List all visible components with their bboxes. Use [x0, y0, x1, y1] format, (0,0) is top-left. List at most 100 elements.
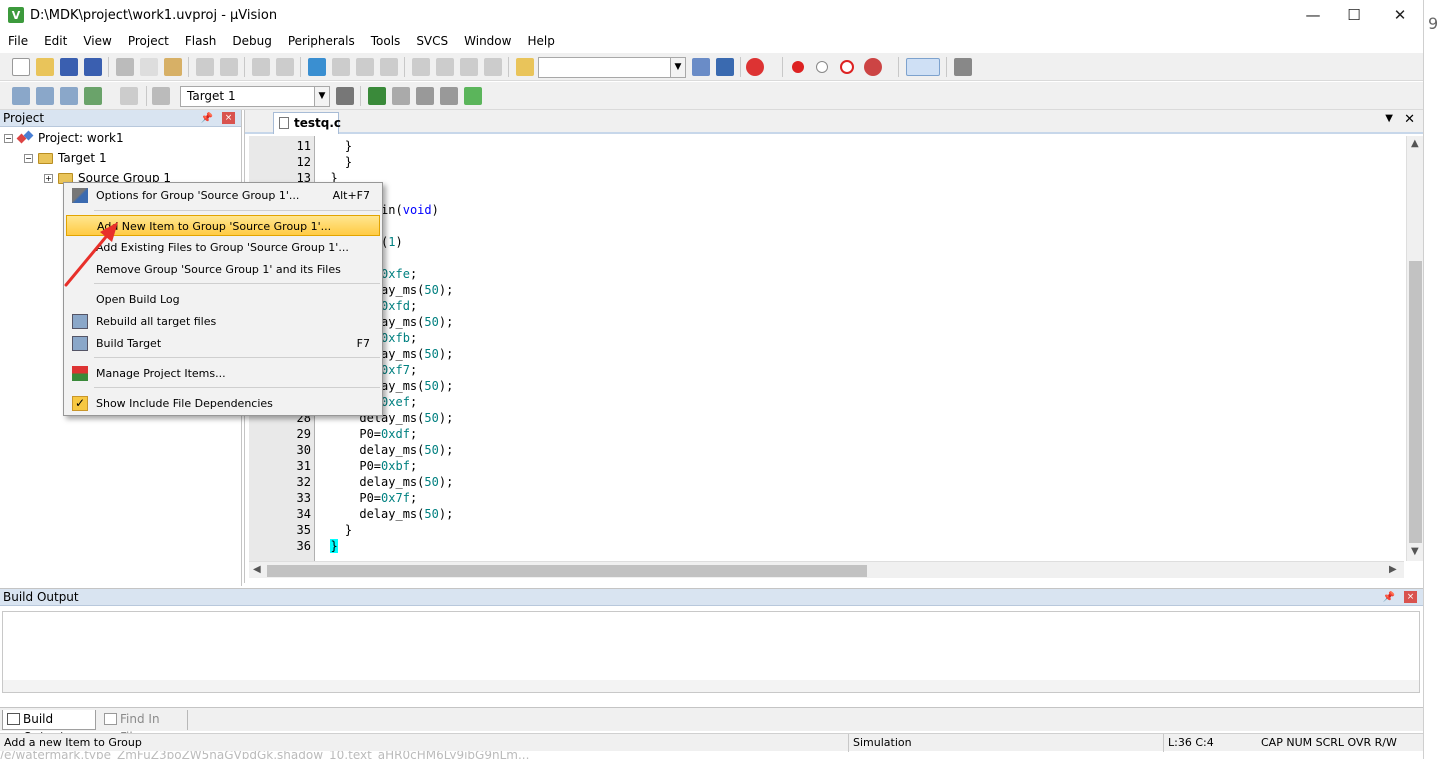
context-menu-item[interactable]: Options for Group 'Source Group 1'... Alt… — [66, 185, 380, 206]
menu-project[interactable]: Project — [120, 34, 177, 48]
context-menu-item[interactable]: Open Build Log — [66, 289, 380, 310]
copy-icon[interactable] — [140, 58, 158, 76]
prev-bookmark-icon[interactable] — [332, 58, 350, 76]
code-line: P0=0xfd; — [316, 298, 1396, 314]
tab-build-output[interactable]: Build Output — [2, 710, 96, 744]
find-icon[interactable] — [692, 58, 710, 76]
unindent-icon[interactable] — [436, 58, 454, 76]
minimize-button[interactable]: — — [1290, 0, 1336, 30]
manage-rte-icon[interactable] — [416, 87, 434, 105]
target-options-icon[interactable] — [336, 87, 354, 105]
build-toolbar: Target 1 ▼ — [0, 82, 1423, 110]
expand-icon[interactable]: + — [44, 173, 53, 183]
stop-build-icon[interactable] — [120, 87, 138, 105]
tab-find-in-files[interactable]: Find In Files — [100, 710, 188, 744]
cut-icon[interactable] — [116, 58, 134, 76]
paste-icon[interactable] — [164, 58, 182, 76]
tree-project-node[interactable]: − Project: work1 — [4, 129, 124, 147]
scroll-up-icon[interactable]: ▲ — [1411, 138, 1419, 149]
collapse-icon[interactable]: − — [24, 153, 33, 163]
next-bookmark-icon[interactable] — [356, 58, 374, 76]
device-database-icon[interactable] — [440, 87, 458, 105]
horizontal-scroll-thumb[interactable] — [267, 565, 867, 577]
redo-icon[interactable] — [220, 58, 238, 76]
menu-tools[interactable]: Tools — [363, 34, 409, 48]
new-file-icon[interactable] — [12, 58, 30, 76]
find-combo-input[interactable]: ▼ — [538, 57, 686, 78]
pack-installer-icon[interactable] — [464, 87, 482, 105]
code-token: 1 — [388, 235, 396, 249]
window-layout-icon[interactable] — [906, 58, 940, 76]
kill-breakpoints-icon[interactable] — [864, 58, 882, 76]
chevron-down-icon[interactable]: ▼ — [314, 87, 329, 106]
scroll-left-icon[interactable]: ◀ — [253, 564, 261, 575]
context-menu-item[interactable]: Build Target F7 — [66, 333, 380, 354]
close-icon[interactable]: × — [222, 112, 235, 124]
build-output-header: Build Output 📌 × — [0, 589, 1423, 606]
menu-window[interactable]: Window — [456, 34, 519, 48]
find-in-files-icon[interactable] — [516, 58, 534, 76]
close-tab-icon[interactable]: ✕ — [1404, 112, 1415, 127]
menu-debug[interactable]: Debug — [224, 34, 279, 48]
translate-icon[interactable] — [12, 87, 30, 105]
maximize-button[interactable]: ☐ — [1331, 0, 1377, 30]
indent-icon[interactable] — [412, 58, 430, 76]
vertical-scroll-thumb[interactable] — [1409, 261, 1422, 543]
menu-flash[interactable]: Flash — [177, 34, 224, 48]
scroll-down-icon[interactable]: ▼ — [1411, 546, 1419, 557]
menu-file[interactable]: File — [0, 34, 36, 48]
enable-breakpoint-icon[interactable] — [816, 61, 828, 73]
vertical-scrollbar[interactable]: ▲ ▼ — [1406, 136, 1423, 561]
debug-session-icon[interactable] — [746, 58, 764, 76]
save-icon[interactable] — [60, 58, 78, 76]
select-packs-icon[interactable] — [392, 87, 410, 105]
batch-build-icon[interactable] — [84, 87, 102, 105]
close-icon[interactable]: × — [1404, 591, 1417, 603]
build-output-hscrollbar[interactable] — [3, 680, 1419, 692]
collapse-icon[interactable]: − — [4, 133, 13, 143]
menu-help[interactable]: Help — [519, 34, 562, 48]
chevron-down-icon[interactable]: ▼ — [670, 58, 685, 77]
code-line: P0=0xf7; — [316, 362, 1396, 378]
tree-target-node[interactable]: − Target 1 — [24, 149, 107, 167]
scroll-right-icon[interactable]: ▶ — [1389, 564, 1397, 575]
download-load-icon[interactable] — [152, 87, 170, 105]
bookmark-icon[interactable] — [308, 58, 326, 76]
pin-icon[interactable]: 📌 — [1383, 590, 1395, 606]
disable-breakpoints-icon[interactable] — [840, 60, 854, 74]
context-menu-item[interactable]: Add New Item to Group 'Source Group 1'..… — [66, 215, 380, 236]
open-file-icon[interactable] — [36, 58, 54, 76]
context-menu-item[interactable]: Rebuild all target files — [66, 311, 380, 332]
context-menu-item[interactable]: Manage Project Items... — [66, 363, 380, 384]
breakpoint-icon[interactable] — [792, 61, 804, 73]
tab-list-chevron-icon[interactable]: ▼ — [1385, 113, 1393, 124]
clear-bookmarks-icon[interactable] — [380, 58, 398, 76]
navigate-forward-icon[interactable] — [276, 58, 294, 76]
context-menu-item[interactable]: Remove Group 'Source Group 1' and its Fi… — [66, 259, 380, 280]
context-menu-item[interactable]: Add Existing Files to Group 'Source Grou… — [66, 237, 380, 258]
build-icon[interactable] — [36, 87, 54, 105]
pin-icon[interactable]: 📌 — [201, 111, 213, 127]
menu-svcs[interactable]: SVCS — [408, 34, 456, 48]
code-line: while(1) — [316, 234, 1396, 250]
menu-view[interactable]: View — [75, 34, 119, 48]
code-text-area[interactable]: } } } void main(void) while(1) P0=0xfe; … — [316, 136, 1404, 561]
save-all-icon[interactable] — [84, 58, 102, 76]
build-output-text[interactable] — [2, 611, 1420, 693]
target-select[interactable]: Target 1 ▼ — [180, 86, 330, 107]
incremental-find-icon[interactable] — [716, 58, 734, 76]
menu-edit[interactable]: Edit — [36, 34, 75, 48]
horizontal-scrollbar[interactable]: ◀ ▶ — [249, 561, 1404, 578]
code-token: ) — [395, 235, 403, 249]
menu-peripherals[interactable]: Peripherals — [280, 34, 363, 48]
context-menu-item[interactable]: ✓ Show Include File Dependencies — [66, 393, 380, 414]
undo-icon[interactable] — [196, 58, 214, 76]
configure-tools-icon[interactable] — [954, 58, 972, 76]
navigate-back-icon[interactable] — [252, 58, 270, 76]
uncomment-icon[interactable] — [484, 58, 502, 76]
comment-icon[interactable] — [460, 58, 478, 76]
rebuild-icon[interactable] — [60, 87, 78, 105]
close-window-button[interactable]: ✕ — [1377, 0, 1423, 30]
editor-tab-testq[interactable]: testq.c — [273, 112, 341, 134]
manage-project-items-icon[interactable] — [368, 87, 386, 105]
